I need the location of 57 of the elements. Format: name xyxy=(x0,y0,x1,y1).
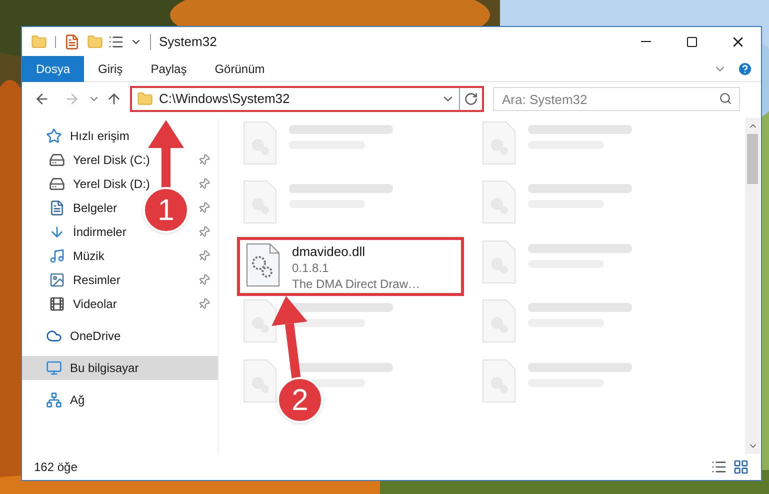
file-description: The DMA Direct Draw… xyxy=(292,276,420,292)
sidebar-item[interactable]: Müzik xyxy=(22,244,112,268)
blurred-file-icon xyxy=(482,240,516,284)
window-title: System32 xyxy=(159,32,217,51)
ribbon-tab[interactable]: Görünüm xyxy=(200,56,279,82)
dll-file-icon xyxy=(246,242,280,287)
sidebar-item[interactable]: Belgeler xyxy=(22,196,126,220)
star-icon xyxy=(46,128,62,144)
properties-icon[interactable] xyxy=(64,34,80,50)
refresh-icon[interactable] xyxy=(464,92,478,106)
address-field[interactable]: C:\Windows\System32 xyxy=(130,86,484,112)
tiles-view-icon[interactable] xyxy=(733,459,749,475)
blurred-file-icon xyxy=(482,358,516,403)
help-icon[interactable] xyxy=(737,60,753,76)
sidebar-item[interactable]: OneDrive xyxy=(22,324,218,348)
search-field[interactable]: Ara: System32 xyxy=(493,87,740,111)
download-icon xyxy=(49,224,65,240)
blurred-file-icon xyxy=(243,299,277,344)
file-detail: 0.1.8.1 xyxy=(292,260,330,276)
search-icon[interactable] xyxy=(719,92,732,105)
document-icon xyxy=(49,200,65,216)
blurred-file-icon xyxy=(243,121,277,165)
blurred-file-icon xyxy=(482,121,516,165)
sidebar-item[interactable]: İndirmeler xyxy=(22,220,134,244)
sidebar-item[interactable]: Hızlı erişim xyxy=(22,124,218,148)
sidebar-item[interactable]: Ağ xyxy=(22,388,218,412)
sidebar-item[interactable]: Resimler xyxy=(22,268,128,292)
network-icon xyxy=(46,392,62,408)
folder-icon xyxy=(137,91,153,107)
up-icon[interactable] xyxy=(106,91,122,107)
drive-icon xyxy=(49,176,65,192)
music-note-icon xyxy=(49,248,65,264)
back-icon[interactable] xyxy=(34,91,50,107)
cloud-icon xyxy=(46,328,62,344)
blurred-file-icon xyxy=(243,180,277,224)
minimize-icon xyxy=(641,41,651,42)
blurred-file-icon xyxy=(482,299,516,344)
blurred-file-icon xyxy=(243,358,277,403)
ribbon-tab[interactable]: Giriş xyxy=(84,56,137,82)
ribbon-tab[interactable]: Dosya xyxy=(22,56,84,82)
scrollbar[interactable] xyxy=(745,118,760,454)
sidebar-item[interactable]: Bu bilgisayar xyxy=(22,356,218,380)
details-view-icon[interactable] xyxy=(711,459,727,475)
file-name: dmavideo.dll xyxy=(292,244,366,260)
ribbon-tab[interactable]: Paylaş xyxy=(136,56,201,82)
monitor-icon xyxy=(46,360,62,376)
picture-icon xyxy=(49,272,65,288)
maximize-icon xyxy=(686,36,698,48)
scrollbar-thumb[interactable] xyxy=(747,134,758,184)
file-item[interactable]: dmavideo.dll 0.1.8.1 The DMA Direct Draw… xyxy=(237,236,464,296)
item-count: 162 öğe xyxy=(34,459,78,476)
film-icon xyxy=(49,296,65,312)
blurred-file-icon xyxy=(482,180,516,224)
list-icon[interactable] xyxy=(108,34,124,50)
drive-icon xyxy=(49,152,65,168)
sidebar-item[interactable]: Yerel Disk (C:) xyxy=(22,148,158,172)
sidebar-item[interactable]: Videolar xyxy=(22,292,125,316)
